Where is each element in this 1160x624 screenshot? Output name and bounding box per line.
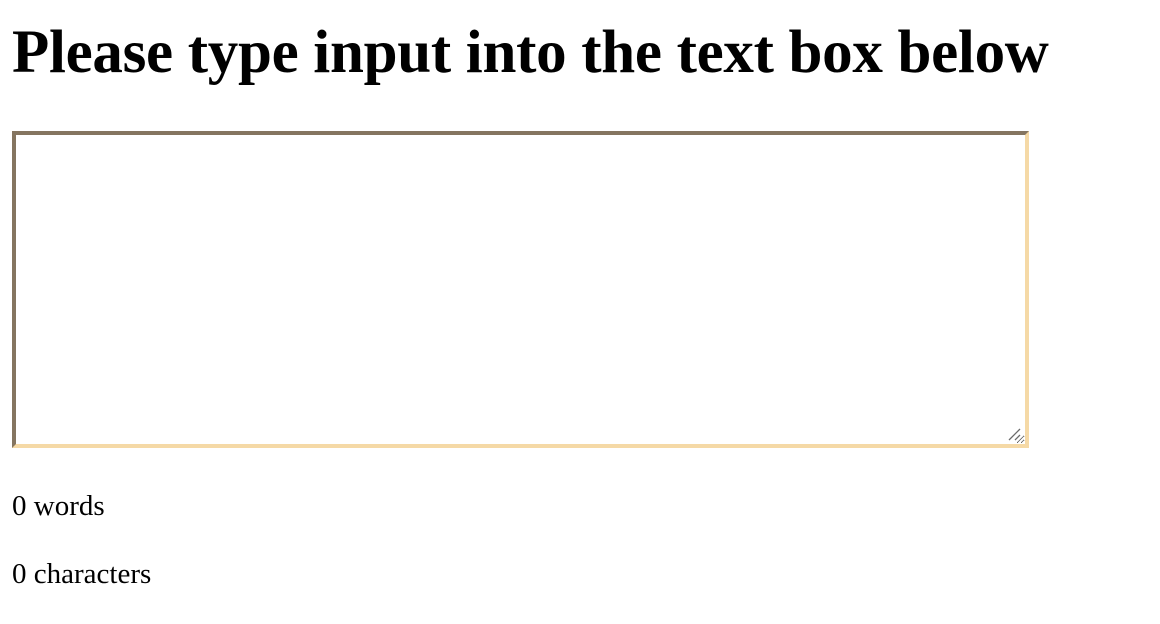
- page-title: Please type input into the text box belo…: [12, 19, 1049, 86]
- text-input-area[interactable]: [12, 131, 1029, 448]
- word-count: 0 words: [12, 490, 105, 522]
- character-count: 0 characters: [12, 558, 152, 590]
- page: Please type input into the text box belo…: [0, 0, 1160, 624]
